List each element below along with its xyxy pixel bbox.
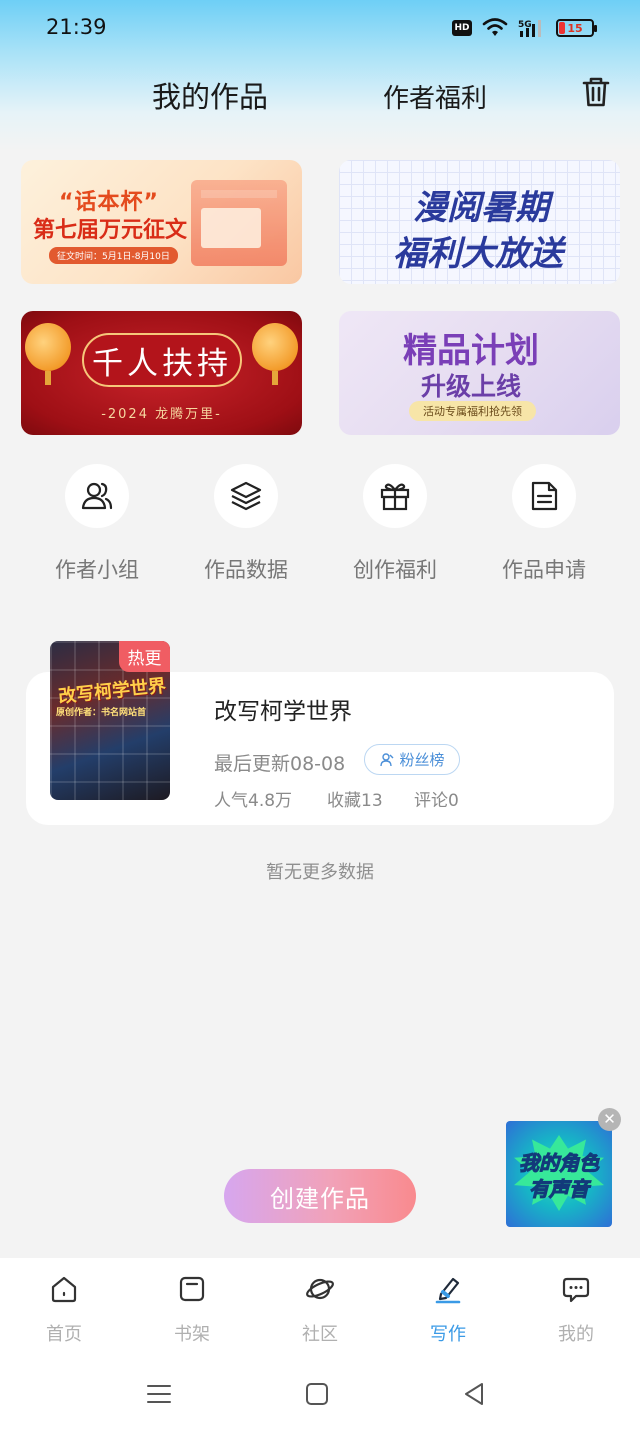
promo-line2: 有声音 [529, 1177, 590, 1202]
nav-community[interactable]: 社区 [256, 1274, 384, 1346]
battery-icon: 15 [556, 19, 597, 37]
create-work-button[interactable]: 创建作品 [224, 1169, 416, 1223]
banner-subtitle: 福利大放送 [393, 234, 563, 274]
nav-bookshelf[interactable]: 书架 [128, 1274, 256, 1346]
top-tabs: 我的作品 作者福利 [0, 60, 640, 124]
banner-illustration [191, 180, 287, 266]
document-icon [531, 481, 558, 511]
quick-actions: 作者小组 作品数据 创作福利 作品申请 [0, 464, 640, 584]
no-more-data: 暂无更多数据 [266, 862, 374, 883]
banner-title: 精品计划 [403, 331, 539, 371]
nav-label: 写作 [430, 1324, 466, 1345]
wifi-icon [482, 18, 508, 36]
action-work-data[interactable]: 作品数据 [181, 464, 311, 584]
banner-premium-plan[interactable]: 精品计划 升级上线 活动专属福利抢先领 [339, 311, 620, 435]
action-label: 作品申请 [502, 558, 586, 582]
comments-stat: 评论0 [414, 791, 459, 811]
hd-icon: HD [452, 20, 472, 36]
cover-subtitle: 原创作者：书名网站首 [56, 708, 147, 718]
nav-label: 我的 [558, 1324, 594, 1345]
fan-rank-label: 粉丝榜 [399, 751, 445, 769]
voice-promo-widget[interactable]: 我的角色 有声音 [506, 1121, 612, 1227]
group-icon [81, 482, 113, 510]
action-author-group[interactable]: 作者小组 [32, 464, 162, 584]
gift-icon [380, 483, 410, 511]
svg-text:5G: 5G [518, 20, 532, 30]
lantern-icon [25, 323, 71, 385]
tab-my-works[interactable]: 我的作品 [152, 74, 268, 116]
trash-icon[interactable] [578, 74, 614, 110]
action-work-application[interactable]: 作品申请 [479, 464, 609, 584]
banner-subtitle: 第七届万元征文 [33, 218, 188, 243]
popularity-stat: 人气4.8万 [214, 791, 293, 811]
status-bar: 21:39 HD 5G 15 [0, 0, 640, 56]
menu-icon[interactable] [145, 1380, 173, 1408]
action-creation-benefits[interactable]: 创作福利 [330, 464, 460, 584]
nav-label: 书架 [174, 1324, 210, 1345]
battery-level: 15 [567, 21, 583, 35]
nav-label: 首页 [46, 1324, 82, 1345]
home-icon [51, 1276, 77, 1303]
banner-support-program[interactable]: 千人扶持 -2024 龙腾万里- [21, 311, 302, 435]
hot-update-badge: 热更 [119, 641, 170, 672]
nav-label: 社区 [302, 1324, 338, 1345]
action-label: 作者小组 [55, 558, 139, 582]
status-time: 21:39 [46, 15, 107, 39]
chat-bubble-icon [562, 1277, 590, 1303]
action-label: 作品数据 [204, 558, 288, 582]
person-icon [380, 752, 394, 766]
cover-title: 改写柯学世界 [57, 675, 167, 708]
nav-profile[interactable]: 我的 [512, 1274, 640, 1346]
fan-rank-button[interactable]: 粉丝榜 [364, 744, 460, 775]
close-icon[interactable]: ✕ [598, 1108, 621, 1131]
status-icons: HD 5G 15 [452, 18, 597, 38]
favorites-stat: 收藏13 [327, 791, 383, 811]
banner-subtitle: 升级上线 [421, 372, 522, 401]
promo-line1: 我的角色 [519, 1151, 600, 1176]
action-label: 创作福利 [353, 558, 437, 582]
bottom-nav: 首页 书架 社区 写作 我的 [0, 1258, 640, 1354]
back-icon[interactable] [460, 1380, 488, 1408]
banner-title: 漫阅暑期 [413, 188, 549, 228]
planet-icon [306, 1278, 334, 1300]
nav-writing[interactable]: 写作 [384, 1274, 512, 1346]
banner-summer-benefits[interactable]: 漫阅暑期 福利大放送 [339, 160, 620, 284]
pen-icon [435, 1277, 461, 1304]
nav-home[interactable]: 首页 [0, 1274, 128, 1346]
last-updated: 最后更新08-08 [214, 753, 346, 775]
bookshelf-icon [179, 1276, 205, 1302]
work-title[interactable]: 改写柯学世界 [214, 692, 352, 726]
lantern-icon [252, 323, 298, 385]
system-nav-bar [0, 1354, 640, 1433]
banner-date: 征文时间：5月1日-8月10日 [49, 247, 178, 264]
banner-tagline: 活动专属福利抢先领 [409, 401, 536, 421]
tab-author-benefits[interactable]: 作者福利 [383, 78, 487, 115]
signal-5g-icon: 5G [518, 20, 541, 37]
banner-subtitle: -2024 龙腾万里- [101, 407, 222, 422]
banner-essay-contest[interactable]: “话本杯” 第七届万元征文 征文时间：5月1日-8月10日 [21, 160, 302, 284]
layers-icon [230, 481, 262, 511]
home-square-icon[interactable] [303, 1380, 331, 1408]
banner-title: 千人扶持 [82, 333, 242, 387]
